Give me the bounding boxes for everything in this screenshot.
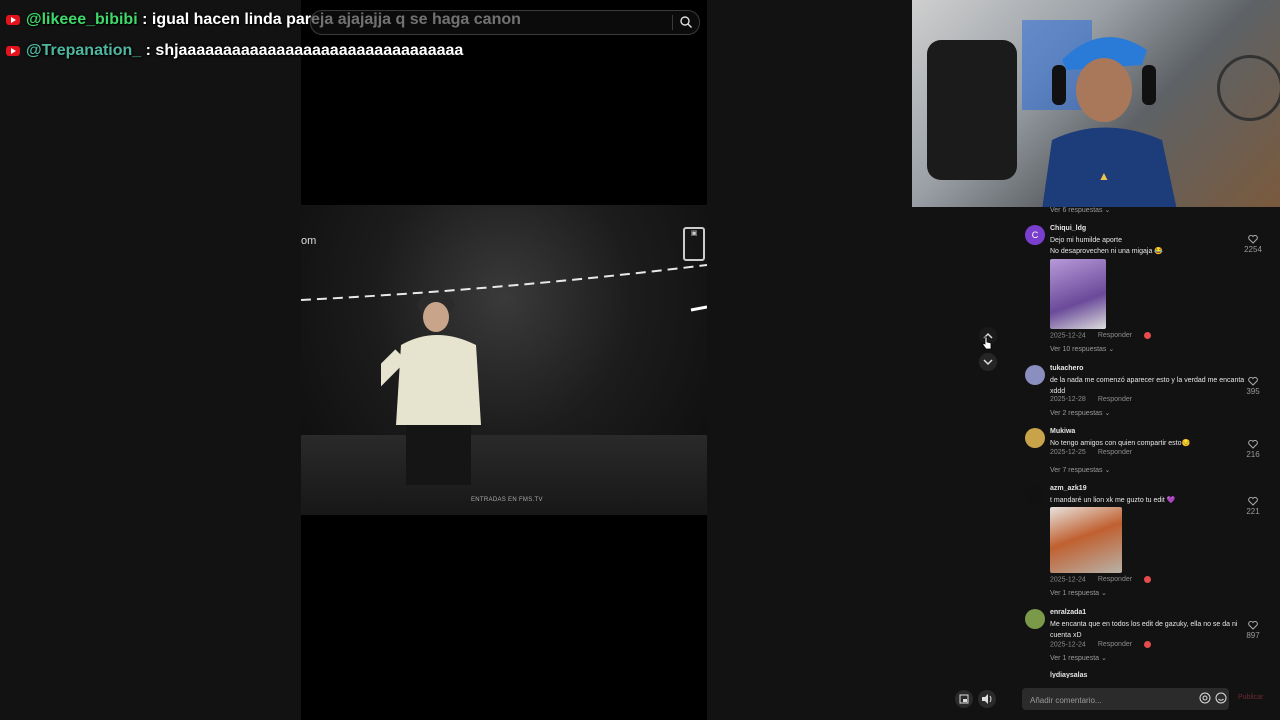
sticker-icon [1144,576,1152,583]
watermark-left: om [301,235,317,247]
mention-icon[interactable] [1198,691,1212,705]
stage-floor [301,435,707,515]
emoji-icon[interactable] [1214,691,1228,705]
svg-text:▲: ▲ [1098,169,1110,183]
picture-in-picture-button[interactable] [955,690,973,708]
comment-username[interactable]: tukachero [1050,365,1083,372]
like-button[interactable]: 897 [1244,621,1262,640]
comment-meta: 2025-12-28 Responder [1050,396,1133,403]
comment-text: de la nada me comenzó aparecer esto y la… [1050,377,1245,395]
next-video-button[interactable] [979,353,997,371]
comments-panel[interactable]: Ver 6 respuestas ⌄ C Chiqui_ldg Dejo mi … [1022,205,1272,678]
comment-username[interactable]: azm_azk19 [1050,485,1087,492]
comment-meta: 2025-12-24 Responder [1050,332,1152,339]
left-background [0,0,301,720]
reply-button[interactable]: Responder [1098,449,1132,456]
chat-username: @Trepanation_ [26,42,142,59]
streamer-webcam: ▲ [912,0,1280,207]
watermark-bottom: ENTRADAS EN FMS.TV [471,497,543,503]
like-count: 395 [1246,387,1260,396]
comment-meta: 2025-12-25 Responder [1050,449,1133,456]
like-count: 2254 [1244,245,1262,254]
youtube-icon [6,45,20,56]
channel-logo-watermark: ▣ [683,227,705,261]
avatar[interactable] [1025,485,1045,505]
youtube-icon [6,14,20,25]
comment-item: enralzada1 Me encanta que en todos los e… [1022,609,1272,669]
like-count: 221 [1246,507,1260,516]
heart-icon [1248,621,1258,630]
comment-item: Mukiwa No tengo amigos con quien compart… [1022,428,1272,483]
search-divider [672,15,673,30]
volume-button[interactable] [978,690,996,708]
comment-meta: 2025-12-24 Responder [1050,576,1152,583]
comment-username-partial[interactable]: lydiaysalas [1050,672,1087,678]
heart-icon [1248,377,1258,386]
reply-button[interactable]: Responder [1098,576,1132,583]
comment-item: tukachero de la nada me comenzó aparecer… [1022,365,1272,420]
publish-button[interactable]: Publicar [1238,694,1263,701]
sticker-icon [1144,332,1152,339]
comment-meta: 2025-12-24 Responder [1050,641,1152,648]
fan [1217,55,1280,121]
avatar[interactable] [1025,428,1045,448]
streamer-figure: ▲ [1042,37,1177,207]
view-replies-link[interactable]: Ver 7 respuestas ⌄ [1050,466,1110,474]
performer-figure [381,293,481,485]
heart-icon [1248,235,1258,244]
chat-text: : shjaaaaaaaaaaaaaaaaaaaaaaaaaaaaaaaa [145,42,464,59]
view-replies-link[interactable]: Ver 1 respuesta ⌄ [1050,589,1107,597]
sticker-icon [1144,641,1152,648]
chat-username: @likeee_bibibi [26,11,138,28]
speaker-icon [982,694,992,704]
avatar[interactable] [1025,365,1045,385]
comment-text: Me encanta que en todos los edit de gazu… [1050,621,1238,639]
view-replies-link[interactable]: Ver 2 respuestas ⌄ [1050,409,1110,417]
pip-icon [959,694,969,704]
hand-cursor-icon [982,336,992,350]
like-button[interactable]: 221 [1244,497,1262,516]
comment-username[interactable]: Mukiwa [1050,428,1075,435]
search-icon[interactable] [679,15,693,29]
comment-text: Dejo mi humilde aporte No desaprovechen … [1050,237,1164,255]
view-replies-link[interactable]: Ver 1 respuesta ⌄ [1050,654,1107,662]
chevron-down-icon [983,359,993,366]
heart-icon [1248,497,1258,506]
like-button[interactable]: 2254 [1244,235,1262,254]
reply-button[interactable]: Responder [1098,641,1132,648]
comment-item: azm_azk19 t mandaré un lion xk me guzto … [1022,485,1272,600]
comment-username[interactable]: enralzada1 [1050,609,1086,616]
video-frame[interactable]: om ▣ ENTRADAS EN FMS.TV [301,205,707,515]
avatar[interactable]: C [1025,225,1045,245]
comment-image[interactable] [1050,259,1106,329]
like-button[interactable]: 216 [1244,440,1262,459]
reply-button[interactable]: Responder [1098,396,1132,403]
video-player[interactable]: om ▣ ENTRADAS EN FMS.TV [301,0,707,720]
gaming-chair [927,40,1017,180]
comment-text: t mandaré un lion xk me guzto tu edit 💜 [1050,497,1176,504]
reply-button[interactable]: Responder [1098,332,1132,339]
search-bar[interactable] [310,10,700,35]
comment-composer[interactable] [1022,688,1229,710]
like-count: 216 [1246,450,1260,459]
heart-icon [1248,440,1258,449]
arena-lights [301,264,707,312]
like-button[interactable]: 395 [1244,377,1262,396]
view-replies-link[interactable]: Ver 10 respuestas ⌄ [1050,345,1114,353]
comment-text: No tengo amigos con quien compartir esto… [1050,440,1191,447]
view-replies-link[interactable]: Ver 6 respuestas ⌄ [1050,206,1110,214]
comment-item: C Chiqui_ldg Dejo mi humilde aporte No d… [1022,225,1272,355]
comment-username[interactable]: Chiqui_ldg [1050,225,1086,232]
avatar[interactable] [1025,609,1045,629]
comment-image[interactable] [1050,507,1122,573]
chat-message: @Trepanation_ : shjaaaaaaaaaaaaaaaaaaaaa… [6,42,463,60]
like-count: 897 [1246,631,1260,640]
comment-input[interactable] [1028,691,1192,709]
